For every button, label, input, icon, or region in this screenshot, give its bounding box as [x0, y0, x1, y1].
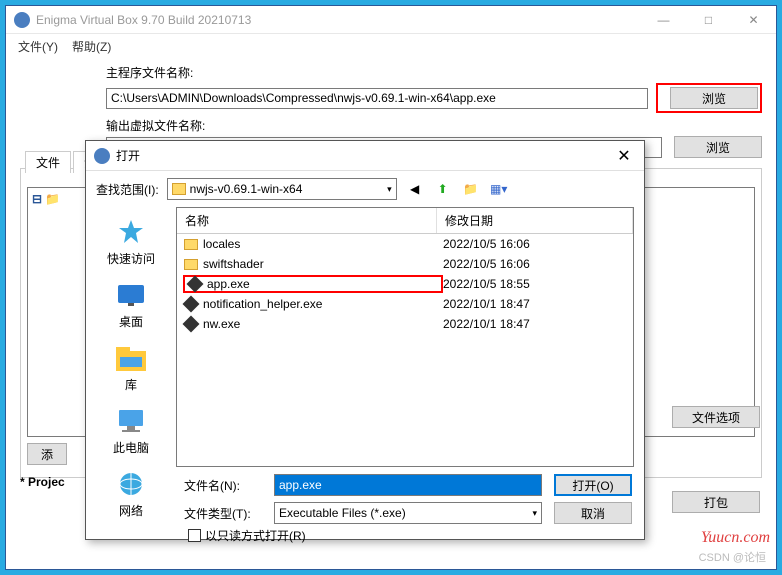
open-button[interactable]: 打开(O): [554, 474, 632, 496]
new-folder-icon[interactable]: 📁: [461, 179, 481, 199]
project-label: * Projec: [20, 475, 65, 489]
file-row[interactable]: swiftshader 2022/10/5 16:06: [177, 254, 633, 274]
folder-icon: [183, 257, 199, 271]
dialog-title: 打开: [116, 147, 140, 164]
file-row[interactable]: nw.exe 2022/10/1 18:47: [177, 314, 633, 334]
col-date[interactable]: 修改日期: [437, 208, 633, 233]
readonly-checkbox[interactable]: [188, 529, 201, 542]
tree-root-icon: ⊟ 📁: [32, 192, 60, 206]
back-icon[interactable]: ◀: [405, 179, 425, 199]
file-date: 2022/10/5 16:06: [443, 257, 633, 271]
file-name: locales: [203, 237, 240, 251]
open-dialog: 打开 ✕ 查找范围(I): nwjs-v0.69.1-win-x64 ▾ ◀ ⬆…: [85, 140, 645, 540]
file-date: 2022/10/1 18:47: [443, 317, 633, 331]
file-list-header: 名称 修改日期: [177, 208, 633, 234]
close-button[interactable]: ✕: [731, 6, 776, 34]
dialog-icon: [94, 148, 110, 164]
place-quick[interactable]: 快速访问: [86, 213, 176, 270]
dialog-titlebar[interactable]: 打开 ✕: [86, 141, 644, 171]
tab-files[interactable]: 文件: [25, 151, 71, 173]
filetype-label: 文件类型(T):: [184, 505, 262, 522]
place-desktop[interactable]: 桌面: [86, 276, 176, 333]
lookin-value: nwjs-v0.69.1-win-x64: [190, 182, 303, 196]
file-name: notification_helper.exe: [203, 297, 322, 311]
folder-icon: [172, 183, 186, 195]
input-path-field[interactable]: [106, 88, 648, 109]
file-list[interactable]: 名称 修改日期 locales2022/10/5 16:06swiftshade…: [176, 207, 634, 467]
file-name: nw.exe: [203, 317, 240, 331]
lookin-combo[interactable]: nwjs-v0.69.1-win-x64 ▾: [167, 178, 397, 200]
file-date: 2022/10/1 18:47: [443, 297, 633, 311]
watermark: Yuucn.com: [701, 529, 770, 547]
maximize-button[interactable]: □: [686, 6, 731, 34]
places-bar: 快速访问 桌面 库 此电脑 网络: [86, 207, 176, 467]
exe-icon: [187, 277, 203, 291]
place-network[interactable]: 网络: [86, 465, 176, 522]
app-icon: [14, 12, 30, 28]
place-library[interactable]: 库: [86, 339, 176, 396]
up-icon[interactable]: ⬆: [433, 179, 453, 199]
file-name: app.exe: [207, 277, 250, 291]
file-row[interactable]: locales 2022/10/5 16:06: [177, 234, 633, 254]
pack-button[interactable]: 打包: [672, 491, 760, 513]
input-label: 主程序文件名称:: [106, 64, 762, 81]
file-row[interactable]: notification_helper.exe 2022/10/1 18:47: [177, 294, 633, 314]
attribution: CSDN @论恒: [699, 549, 766, 565]
filename-input[interactable]: [274, 474, 542, 496]
browse-input-button[interactable]: 浏览: [670, 87, 758, 109]
chevron-down-icon: ▾: [387, 184, 392, 195]
file-name: swiftshader: [203, 257, 264, 271]
chevron-down-icon: ▾: [532, 508, 537, 519]
view-icon[interactable]: ▦▾: [489, 179, 509, 199]
file-date: 2022/10/5 18:55: [443, 277, 633, 291]
titlebar[interactable]: Enigma Virtual Box 9.70 Build 20210713 —…: [6, 6, 776, 34]
menu-help[interactable]: 帮助(Z): [72, 38, 111, 55]
window-title: Enigma Virtual Box 9.70 Build 20210713: [36, 13, 641, 27]
file-options-button[interactable]: 文件选项: [672, 406, 760, 428]
dialog-close-button[interactable]: ✕: [604, 146, 644, 166]
browse-output-button[interactable]: 浏览: [674, 136, 762, 158]
file-row[interactable]: app.exe 2022/10/5 18:55: [177, 274, 633, 294]
output-label: 输出虚拟文件名称:: [106, 117, 762, 134]
cancel-button[interactable]: 取消: [554, 502, 632, 524]
exe-icon: [183, 297, 199, 311]
folder-icon: [183, 237, 199, 251]
place-pc[interactable]: 此电脑: [86, 402, 176, 459]
menubar: 文件(Y) 帮助(Z): [6, 34, 776, 58]
dialog-toolbar: 查找范围(I): nwjs-v0.69.1-win-x64 ▾ ◀ ⬆ 📁 ▦▾: [86, 171, 644, 207]
exe-icon: [183, 317, 199, 331]
menu-file[interactable]: 文件(Y): [18, 38, 58, 55]
add-button[interactable]: 添: [27, 443, 67, 465]
minimize-button[interactable]: —: [641, 6, 686, 34]
col-name[interactable]: 名称: [177, 208, 437, 233]
file-date: 2022/10/5 16:06: [443, 237, 633, 251]
lookin-label: 查找范围(I):: [96, 181, 159, 198]
filename-label: 文件名(N):: [184, 477, 262, 494]
readonly-label: 以只读方式打开(R): [205, 527, 306, 544]
filetype-combo[interactable]: Executable Files (*.exe)▾: [274, 502, 542, 524]
